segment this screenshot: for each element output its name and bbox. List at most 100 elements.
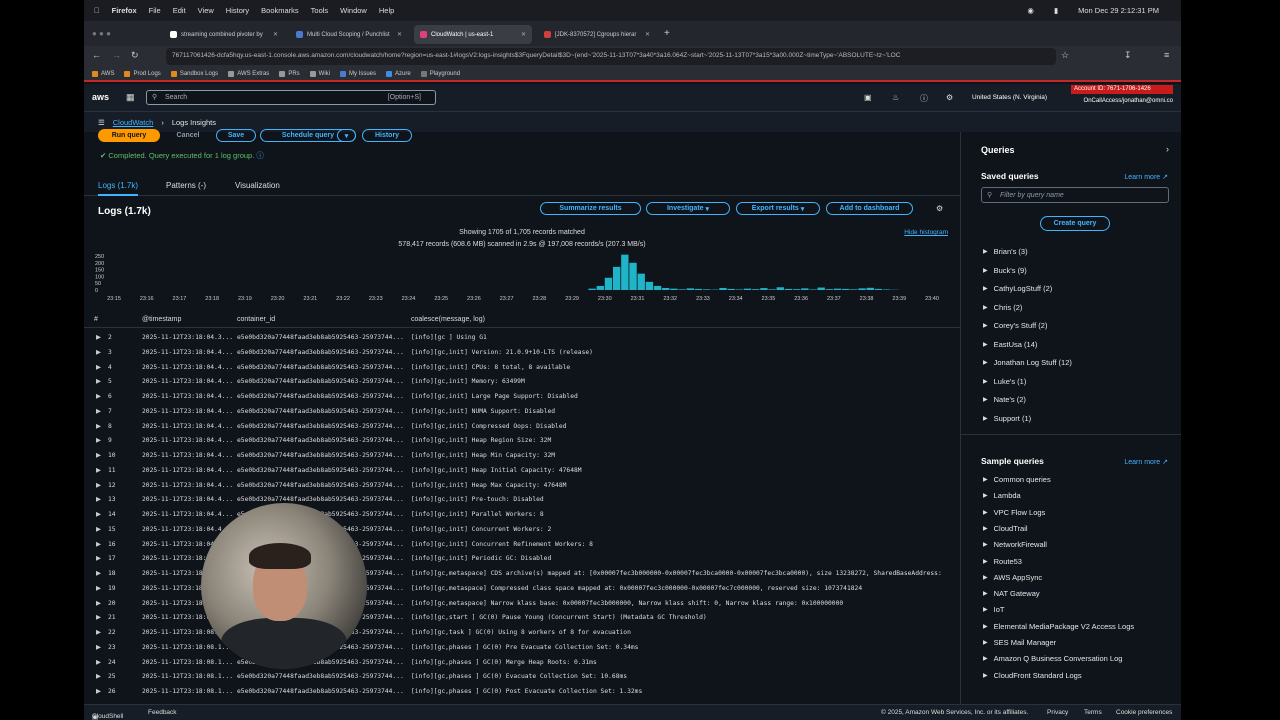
table-row[interactable]: ▶242025-11-12T23:18:08.1...e5e0bd320a774… [84, 656, 960, 671]
histogram-bar[interactable] [882, 289, 891, 290]
account-id-badge[interactable]: Account ID: 7671-1706-1426 [1071, 85, 1173, 94]
histogram-bar[interactable] [588, 288, 596, 290]
services-grid-icon[interactable]: ▦ [126, 92, 135, 103]
histogram-bar[interactable] [833, 288, 842, 290]
expand-row-icon[interactable]: ▶ [96, 614, 101, 621]
expand-row-icon[interactable]: ▶ [96, 349, 101, 356]
histogram-bar[interactable] [858, 288, 866, 290]
save-button[interactable]: Save [216, 129, 256, 142]
learn-more-link[interactable]: Learn more ↗ [1124, 458, 1168, 466]
table-row[interactable]: ▶ 2 2025-11-12T23:18:04.3... e5e0bd320a7744… [84, 331, 960, 346]
table-row[interactable]: ▶232025-11-12T23:18:08.1...e5e0bd320a774… [84, 641, 960, 656]
sample-query-item[interactable]: ▶ Lambda [983, 491, 1021, 500]
histogram-bar[interactable] [784, 288, 793, 290]
histogram-bar[interactable] [662, 287, 670, 290]
histogram-bar[interactable] [735, 289, 744, 290]
table-row[interactable]: ▶ 6 2025-11-12T23:18:04.4... e5e0bd320a7744… [84, 390, 960, 405]
expand-row-icon[interactable]: ▶ [96, 526, 101, 533]
battery-icon[interactable]: ▮ [1054, 6, 1058, 15]
summarize-results-button[interactable]: Summarize results [540, 202, 641, 215]
learn-more-link[interactable]: Learn more ↗ [1124, 173, 1168, 181]
table-row[interactable]: ▶ 25 2025-11-12T23:18:08.1... e5e0bd320a774… [84, 670, 960, 685]
sample-query-item[interactable]: ▶ Common queries [983, 475, 1051, 484]
histogram-bar[interactable] [604, 277, 613, 290]
table-row[interactable]: ▶ 11 2025-11-12T23:18:04.4... e5e0bd320a774… [84, 464, 960, 479]
gear-icon[interactable]: ⚙ [946, 93, 953, 102]
menu-bookmarks[interactable]: Bookmarks [261, 6, 299, 15]
expand-row-icon[interactable]: ▶ [96, 467, 101, 474]
run-query-button[interactable]: Run query [98, 129, 160, 142]
aws-logo[interactable]: aws [92, 92, 109, 102]
expand-row-icon[interactable]: ▶ [96, 423, 101, 430]
collapse-panel-icon[interactable]: › [1166, 144, 1169, 154]
investigate-button[interactable]: Investigate ▾ [646, 202, 730, 215]
search-input[interactable]: ⚲ Search [Option+S] [146, 90, 436, 105]
tab-jira[interactable]: [JDK-8370572] Cgroups hierar ✕ [538, 25, 656, 44]
privacy-link[interactable]: Privacy [1047, 709, 1068, 716]
bookmark-sandbox-logs[interactable]: Sandbox Logs [170, 70, 218, 77]
hamburger-icon[interactable]: ☰ [98, 118, 105, 127]
terms-link[interactable]: Terms [1084, 709, 1102, 716]
bookmark-star-icon[interactable]: ☆ [1061, 50, 1069, 61]
hide-histogram-link[interactable]: Hide histogram [904, 229, 948, 236]
histogram-bar[interactable] [752, 289, 760, 290]
histogram-bar[interactable] [621, 254, 629, 290]
expand-row-icon[interactable]: ▶ [96, 541, 101, 548]
table-row[interactable]: ▶ 3 2025-11-12T23:18:04.4... e5e0bd320a7744… [84, 346, 960, 361]
expand-row-icon[interactable]: ▶ [96, 378, 101, 385]
saved-query-item[interactable]: ▶ Corey's Stuff (2) [983, 321, 1047, 330]
sample-query-item[interactable]: ▶ NetworkFirewall [983, 540, 1047, 549]
export-results-button[interactable]: Export results ▾ [736, 202, 820, 215]
saved-query-item[interactable]: ▶ CathyLogStuff (2) [983, 284, 1052, 293]
expand-row-icon[interactable]: ▶ [96, 393, 101, 400]
histogram-bar[interactable] [874, 288, 883, 290]
sample-query-item[interactable]: ▶ NAT Gateway [983, 589, 1040, 598]
col-message[interactable]: coalesce(message, log) [411, 316, 485, 323]
window-controls[interactable]: ● ● ● [92, 29, 111, 38]
back-icon[interactable]: ← [92, 50, 101, 60]
saved-query-item[interactable]: ▶ Chris (2) [983, 303, 1022, 312]
add-to-dashboard-button[interactable]: Add to dashboard [826, 202, 913, 215]
histogram-bar[interactable] [866, 287, 874, 290]
col-timestamp[interactable]: @timestamp [142, 316, 181, 323]
tab-punchlist[interactable]: Multi Cloud Scoping / Punchlist ✕ [290, 25, 408, 44]
menu-icon[interactable]: ≡ [1164, 50, 1169, 60]
expand-row-icon[interactable]: ▶ [96, 629, 101, 636]
apple-icon[interactable]:  [94, 6, 100, 15]
help-icon[interactable]: ⓘ [920, 93, 928, 104]
histogram-bar[interactable] [719, 287, 727, 290]
histogram-bar[interactable] [596, 285, 604, 290]
new-tab-button[interactable]: + [664, 28, 670, 39]
close-icon[interactable]: ✕ [397, 31, 402, 38]
feedback-link[interactable]: Feedback [148, 709, 177, 716]
histogram-bar[interactable] [842, 288, 850, 290]
sample-query-item[interactable]: ▶ Route53 [983, 557, 1022, 566]
bookmark-wiki[interactable]: Wiki [309, 70, 330, 77]
reload-icon[interactable]: ↻ [131, 50, 139, 61]
close-icon[interactable]: ✕ [521, 31, 526, 38]
sample-query-item[interactable]: ▶ VPC Flow Logs [983, 508, 1045, 517]
tab-logs[interactable]: Logs (1.7k) [98, 181, 139, 196]
tab-github[interactable]: streaming combined pivoter by ✕ [164, 25, 284, 44]
expand-row-icon[interactable]: ▶ [96, 600, 101, 607]
table-row[interactable]: ▶ 26 2025-11-12T23:18:08.1... e5e0bd320a774… [84, 685, 960, 700]
tab-visualization[interactable]: Visualization [235, 181, 280, 190]
sample-query-item[interactable]: ▶ IoT [983, 605, 1004, 614]
menu-edit[interactable]: Edit [173, 6, 186, 15]
settings-gear-icon[interactable]: ⚙ [936, 204, 943, 213]
histogram-bar[interactable] [743, 288, 752, 290]
histogram-bar[interactable] [760, 288, 768, 290]
saved-query-item[interactable]: ▶ Support (1) [983, 414, 1031, 423]
menu-file[interactable]: File [149, 6, 161, 15]
saved-query-item[interactable]: ▶ EastUsa (14) [983, 340, 1037, 349]
table-row[interactable]: ▶ 12 2025-11-12T23:18:04.4... e5e0bd320a774… [84, 479, 960, 494]
expand-row-icon[interactable]: ▶ [96, 511, 101, 518]
expand-row-icon[interactable]: ▶ [96, 585, 101, 592]
sample-query-item[interactable]: ▶ SES Mail Manager [983, 638, 1056, 647]
clock[interactable]: Mon Dec 29 2:12:31 PM [1078, 6, 1159, 15]
histogram-bar[interactable] [801, 288, 809, 290]
histogram-bar[interactable] [637, 273, 645, 290]
expand-row-icon[interactable]: ▶ [96, 659, 101, 666]
expand-row-icon[interactable]: ▶ [96, 555, 101, 562]
table-row[interactable]: ▶ 8 2025-11-12T23:18:04.4... e5e0bd320a7744… [84, 420, 960, 435]
